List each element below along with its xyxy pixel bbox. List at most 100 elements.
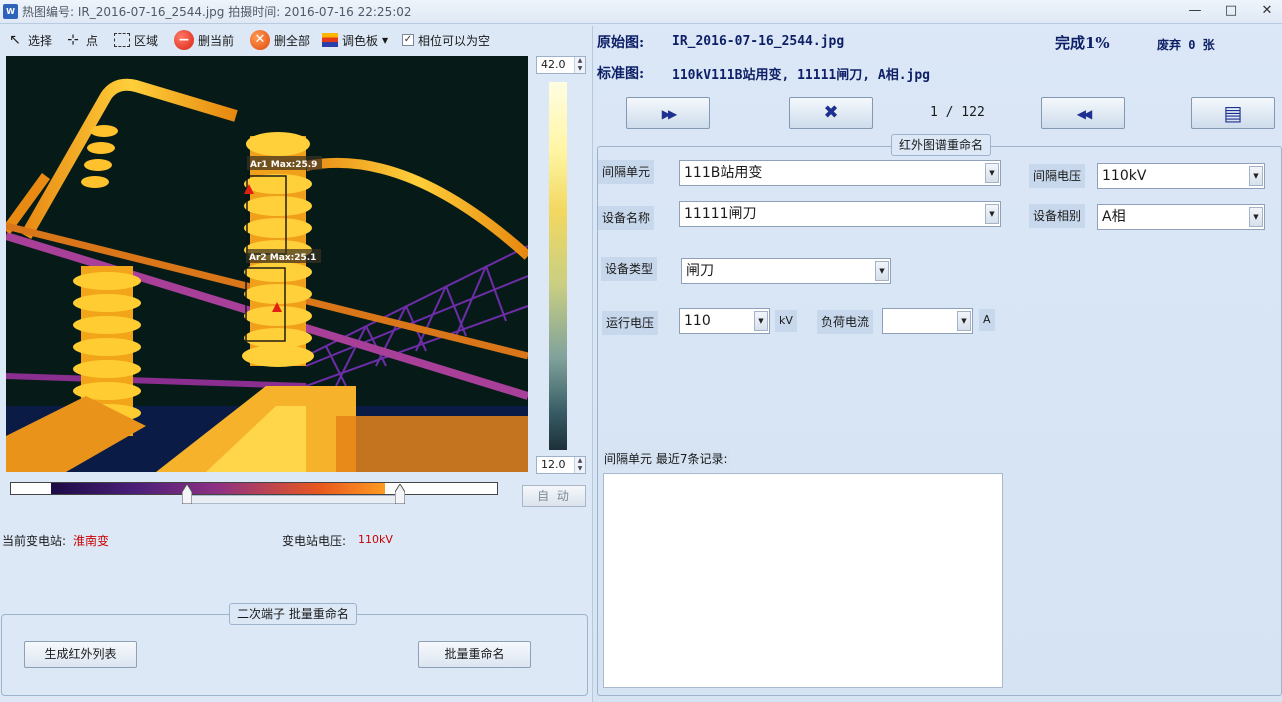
original-image-label: 原始图: xyxy=(597,35,645,51)
thermal-image[interactable]: Ar1 Max:25.9 Ar2 Max:25.1 xyxy=(6,56,528,472)
load-current-combo[interactable]: ▼ xyxy=(882,308,973,334)
phase-empty-label: 相位可以为空 xyxy=(418,33,491,48)
next-button[interactable]: ▶▶ xyxy=(626,97,710,129)
standard-image-value: 110kV111B站用变, 11111闸刀, A相.jpg xyxy=(672,68,931,83)
station-voltage-label: 变电站电压: xyxy=(282,534,347,548)
palette-label: 调色板 xyxy=(342,33,379,48)
range-max-handle[interactable] xyxy=(395,484,405,504)
rewind-icon: ◀◀ xyxy=(1076,107,1093,121)
checkbox-box[interactable]: ✓ xyxy=(402,34,414,46)
area-tool-button[interactable]: 区域 xyxy=(114,29,158,51)
bay-unit-label: 间隔单元 xyxy=(598,160,655,184)
area2-label: Ar2 Max:25.1 xyxy=(249,253,316,263)
device-phase-label: 设备相别 xyxy=(1029,204,1086,228)
palette-dropdown-button[interactable]: 调色板 ▼ xyxy=(322,29,388,51)
bay-voltage-label: 间隔电压 xyxy=(1029,164,1086,188)
auto-button[interactable]: 自 动 xyxy=(522,485,586,507)
station-voltage-value: 110kV xyxy=(358,533,393,546)
previous-button[interactable]: ◀◀ xyxy=(1041,97,1125,129)
run-voltage-unit: kV xyxy=(775,310,797,332)
standard-image-label: 标准图: xyxy=(597,66,645,82)
spinner-arrows-icon[interactable]: ▲ ▼ xyxy=(574,457,585,473)
point-tool-label: 点 xyxy=(86,33,99,48)
app-icon: W xyxy=(3,4,18,19)
palette-icon xyxy=(322,33,338,47)
chevron-down-icon[interactable]: ▼ xyxy=(875,261,889,281)
bay-voltage-combo[interactable]: 110kV ▼ xyxy=(1097,163,1265,189)
toolbar: ↖ 选择 ⊹ 点 区域 − 删当前 ✕ 删全部 调色板 ▼ ✓ 相位可以为空 xyxy=(0,26,592,54)
crosshair-icon: ⊹ xyxy=(67,32,79,48)
select-tool-label: 选择 xyxy=(28,33,53,48)
max-temp-spinner[interactable]: 42.0 ▲ ▼ xyxy=(536,56,586,74)
current-station-label: 当前变电站: xyxy=(2,534,67,548)
batch-rename-legend: 二次端子 批量重命名 xyxy=(229,603,357,625)
bay-unit-value: 111B站用变 xyxy=(684,165,763,181)
min-temp-spinner[interactable]: 12.0 ▲ ▼ xyxy=(536,456,586,474)
point-tool-button[interactable]: ⊹ 点 xyxy=(64,29,98,51)
batch-rename-button[interactable]: 批量重命名 xyxy=(418,641,531,668)
chevron-down-icon[interactable]: ▼ xyxy=(957,311,971,331)
title-bar: W 热图编号: IR_2016-07-16_2544.jpg 拍摄时间: 201… xyxy=(0,0,1282,24)
document-button[interactable]: ▤ xyxy=(1191,97,1275,129)
image-counter: 1 / 122 xyxy=(930,105,985,120)
delete-all-icon: ✕ xyxy=(250,30,270,50)
original-image-value: IR_2016-07-16_2544.jpg xyxy=(672,34,845,49)
device-type-combo[interactable]: 闸刀 ▼ xyxy=(681,258,891,284)
cursor-arrow-icon: ↖ xyxy=(9,32,21,48)
max-temp-value: 42.0 xyxy=(541,58,566,71)
fast-forward-icon: ▶▶ xyxy=(661,107,678,121)
device-name-combo[interactable]: 11111闸刀 ▼ xyxy=(679,201,1001,227)
phase-empty-checkbox[interactable]: ✓ 相位可以为空 xyxy=(402,29,490,51)
maximize-button[interactable]: □ xyxy=(1218,2,1244,20)
rename-legend: 红外图谱重命名 xyxy=(891,134,992,156)
run-voltage-label: 运行电压 xyxy=(602,311,659,335)
device-type-value: 闸刀 xyxy=(686,263,714,279)
bay-voltage-value: 110kV xyxy=(1102,168,1147,184)
select-tool-button[interactable]: ↖ 选择 xyxy=(6,29,52,51)
discard-count: 废弃 0 张 xyxy=(1157,38,1215,52)
chevron-down-icon[interactable]: ▼ xyxy=(1249,207,1263,227)
window-title: 热图编号: IR_2016-07-16_2544.jpg 拍摄时间: 2016-… xyxy=(22,5,412,19)
color-palette-strip xyxy=(10,482,498,495)
device-name-label: 设备名称 xyxy=(598,206,655,230)
chevron-down-icon[interactable]: ▼ xyxy=(754,311,768,331)
area-tool-label: 区域 xyxy=(134,33,159,48)
close-button[interactable]: ✕ xyxy=(1254,2,1280,20)
run-voltage-value: 110 xyxy=(684,313,711,329)
delete-current-label: 删当前 xyxy=(198,33,235,48)
minimize-button[interactable]: — xyxy=(1182,2,1208,20)
device-phase-combo[interactable]: A相 ▼ xyxy=(1097,204,1265,230)
delete-all-label: 删全部 xyxy=(274,33,311,48)
dropdown-arrow-icon: ▼ xyxy=(382,35,389,45)
load-current-unit: A xyxy=(979,309,995,331)
thermal-image-canvas: Ar1 Max:25.9 Ar2 Max:25.1 xyxy=(6,78,528,472)
rectangle-icon xyxy=(114,33,130,47)
current-station-value: 淮南变 xyxy=(73,534,110,548)
min-temp-value: 12.0 xyxy=(541,458,566,471)
recent-records-list[interactable] xyxy=(603,473,1003,688)
delete-image-button[interactable]: ✖ xyxy=(789,97,873,129)
device-type-label: 设备类型 xyxy=(601,257,658,281)
progress-complete: 完成1% xyxy=(1055,34,1110,52)
chevron-down-icon[interactable]: ▼ xyxy=(985,204,999,224)
delete-all-button[interactable]: ✕ 删全部 xyxy=(250,29,310,51)
load-current-label: 负荷电流 xyxy=(817,310,874,334)
generate-ir-list-button[interactable]: 生成红外列表 xyxy=(24,641,137,668)
palette-gradient xyxy=(51,483,385,494)
spinner-arrows-icon[interactable]: ▲ ▼ xyxy=(574,57,585,73)
chevron-down-icon[interactable]: ▼ xyxy=(1249,166,1263,186)
chevron-down-icon[interactable]: ▼ xyxy=(985,163,999,183)
document-icon: ▤ xyxy=(1223,101,1243,125)
x-mark-icon: ✖ xyxy=(823,102,839,123)
temperature-scale-bar xyxy=(549,82,567,450)
range-min-handle[interactable] xyxy=(182,484,192,504)
area1-label: Ar1 Max:25.9 xyxy=(250,160,317,170)
device-phase-value: A相 xyxy=(1102,209,1126,225)
recent-records-label: 间隔单元 最近7条记录: xyxy=(602,450,730,468)
delete-current-button[interactable]: − 删当前 xyxy=(174,29,234,51)
bay-unit-combo[interactable]: 111B站用变 ▼ xyxy=(679,160,1001,186)
device-name-value: 11111闸刀 xyxy=(684,206,757,222)
run-voltage-combo[interactable]: 110 ▼ xyxy=(679,308,770,334)
delete-current-icon: − xyxy=(174,30,194,50)
range-slider-track[interactable] xyxy=(184,495,402,504)
